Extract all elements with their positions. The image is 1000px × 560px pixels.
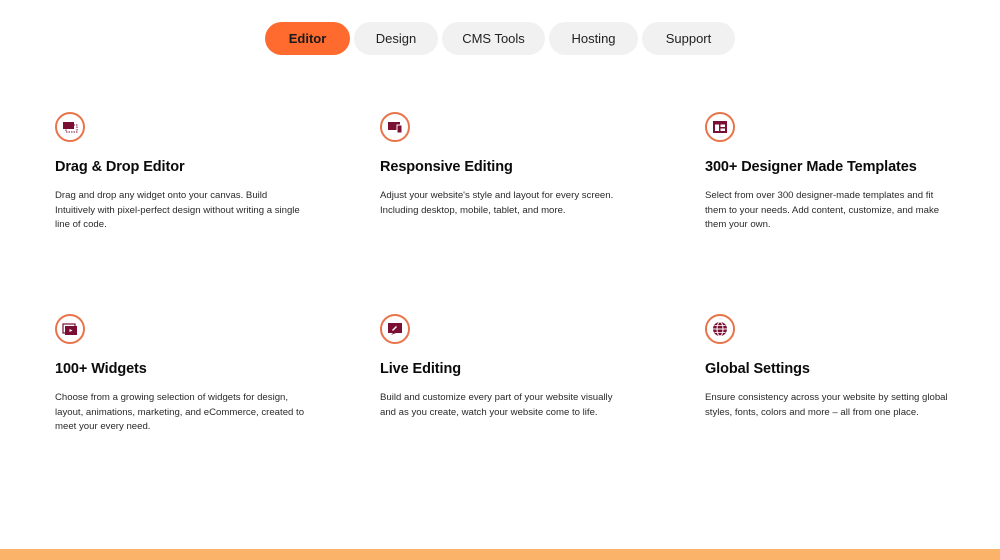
feature-title: Responsive Editing xyxy=(380,159,513,175)
feature-description: Adjust your website's style and layout f… xyxy=(380,190,614,216)
feature-title: Global Settings xyxy=(705,361,810,377)
feature-responsive-editing: Responsive Editing Adjust your website's… xyxy=(380,112,630,218)
feature-live-editing: Live Editing Build and customize every p… xyxy=(380,314,630,420)
drag-drop-icon xyxy=(55,112,85,142)
live-editing-icon xyxy=(380,314,410,344)
responsive-icon xyxy=(380,112,410,142)
feature-description: Drag and drop any widget onto your canva… xyxy=(55,190,300,231)
feature-designer-templates: 300+ Designer Made Templates Select from… xyxy=(705,112,955,233)
bottom-accent-bar xyxy=(0,549,1000,560)
feature-global-settings: Global Settings Ensure consistency acros… xyxy=(705,314,955,420)
tab-hosting[interactable]: Hosting xyxy=(549,22,638,55)
feature-description: Build and customize every part of your w… xyxy=(380,392,613,418)
feature-title: 300+ Designer Made Templates xyxy=(705,159,917,175)
tab-design[interactable]: Design xyxy=(354,22,438,55)
templates-icon xyxy=(705,112,735,142)
feature-description: Choose from a growing selection of widge… xyxy=(55,392,305,433)
feature-title: Live Editing xyxy=(380,361,461,377)
globe-icon xyxy=(705,314,735,344)
feature-description: Select from over 300 designer-made templ… xyxy=(705,190,940,231)
tab-support[interactable]: Support xyxy=(642,22,735,55)
feature-drag-drop-editor: Drag & Drop Editor Drag and drop any wid… xyxy=(55,112,305,233)
feature-tabs: Editor Design CMS Tools Hosting Support xyxy=(0,22,1000,55)
feature-description: Ensure consistency across your website b… xyxy=(705,392,948,418)
feature-widgets: 100+ Widgets Choose from a growing selec… xyxy=(55,314,305,435)
widgets-icon xyxy=(55,314,85,344)
tab-cms-tools[interactable]: CMS Tools xyxy=(442,22,545,55)
feature-title: Drag & Drop Editor xyxy=(55,159,185,175)
feature-title: 100+ Widgets xyxy=(55,361,147,377)
tab-editor[interactable]: Editor xyxy=(265,22,350,55)
